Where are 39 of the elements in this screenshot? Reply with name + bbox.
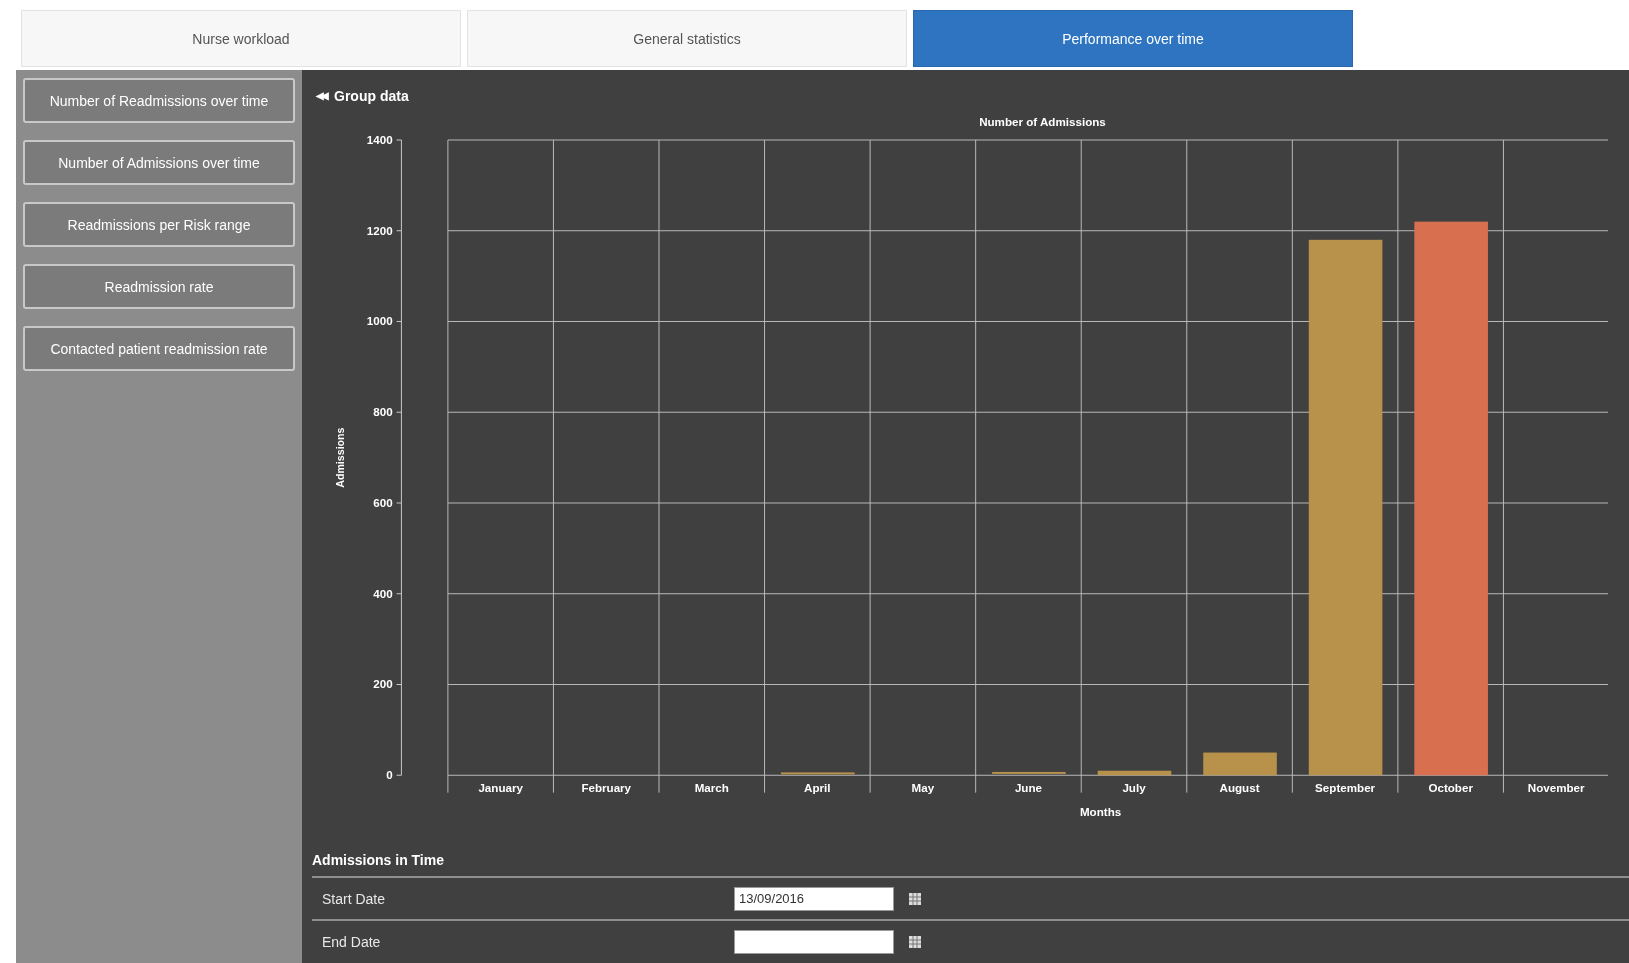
chart-title: Number of Admissions <box>979 115 1106 129</box>
calendar-icon[interactable] <box>908 891 922 906</box>
x-tick-label: January <box>478 780 523 794</box>
x-tick-label: May <box>911 780 935 794</box>
x-tick-label: August <box>1219 780 1260 794</box>
sidebar-button[interactable]: Readmission rate <box>23 264 295 309</box>
y-tick-label: 1200 <box>366 223 393 237</box>
y-tick-label: 800 <box>373 405 393 419</box>
x-tick-label: September <box>1315 780 1376 794</box>
y-tick-label: 600 <box>373 496 393 509</box>
y-tick-label: 0 <box>386 768 393 782</box>
y-axis-title: Admissions <box>334 427 347 488</box>
calendar-icon[interactable] <box>908 935 922 950</box>
x-tick-label: November <box>1527 780 1585 794</box>
field-label: End Date <box>321 934 382 951</box>
date-field[interactable]: 13/09/2016 <box>734 886 894 911</box>
x-tick-label: April <box>804 780 831 794</box>
group-data-link[interactable]: Group data <box>334 87 409 104</box>
date-field[interactable] <box>734 930 894 955</box>
collapse-icon[interactable]: ◀◀ <box>316 90 326 102</box>
sidebar-button[interactable]: Number of Admissions over time <box>23 140 295 185</box>
x-tick-label: March <box>694 780 729 794</box>
sidebar-button[interactable]: Contacted patient readmission rate <box>23 326 295 371</box>
x-tick-label: February <box>581 780 632 794</box>
tab[interactable]: General statistics <box>467 10 907 67</box>
y-tick-label: 200 <box>373 677 393 691</box>
y-tick-label: 1000 <box>366 314 393 328</box>
y-tick-label: 1400 <box>366 132 393 146</box>
x-axis-title: Months <box>1079 805 1122 819</box>
sidebar-button[interactable]: Readmissions per Risk range <box>23 202 295 247</box>
y-tick-label: 400 <box>373 586 393 600</box>
sidebar-button[interactable]: Number of Readmissions over time <box>23 78 295 123</box>
x-tick-label: October <box>1428 780 1473 794</box>
field-label: Start Date <box>321 890 387 907</box>
x-tick-label: July <box>1122 780 1146 794</box>
section-title: Admissions in Time <box>311 851 445 870</box>
tab[interactable]: Nurse workload <box>21 10 461 67</box>
tab[interactable]: Performance over time <box>913 10 1353 67</box>
x-tick-label: June <box>1014 780 1042 794</box>
